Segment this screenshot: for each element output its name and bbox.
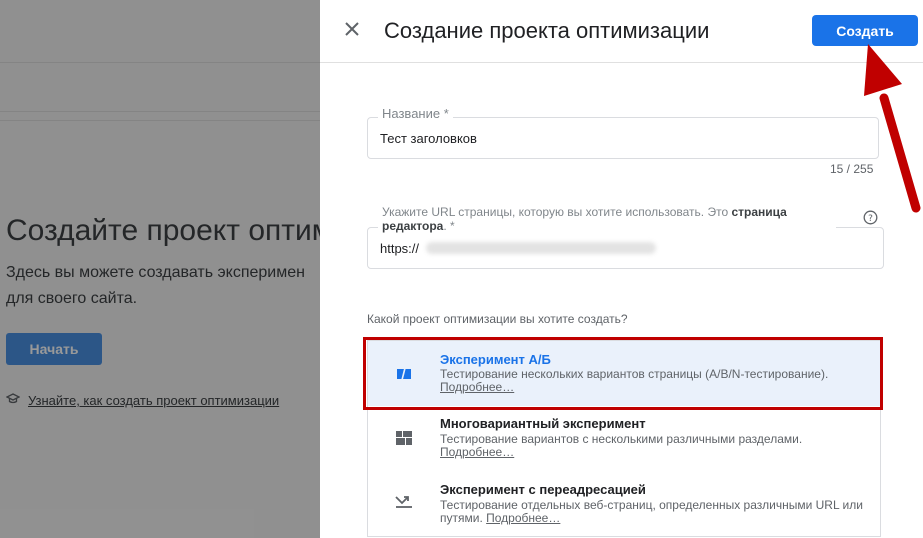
url-field-prefix[interactable]: https:// xyxy=(380,241,419,256)
option-title: Эксперимент с переадресацией xyxy=(440,482,646,497)
url-label-text: Укажите URL страницы, которую вы хотите … xyxy=(382,205,729,219)
close-icon[interactable] xyxy=(344,21,360,42)
option-description: Тестирование нескольких вариантов страни… xyxy=(440,368,870,394)
option-description: Тестирование вариантов с несколькими раз… xyxy=(440,433,870,459)
learn-more-link[interactable]: Подробнее… xyxy=(440,381,870,394)
create-button[interactable]: Создать xyxy=(812,15,918,46)
panel-title: Создание проекта оптимизации xyxy=(384,18,710,43)
option-redirect[interactable]: Эксперимент с переадресацией Тестировани… xyxy=(367,470,881,537)
name-field[interactable]: Тест заголовков xyxy=(367,117,879,159)
url-field[interactable]: https:// xyxy=(367,227,884,269)
name-field-label: Название * xyxy=(378,106,453,121)
close-button[interactable] xyxy=(340,19,364,43)
multivariate-icon xyxy=(394,428,414,448)
blurred-url xyxy=(426,242,656,254)
panel-header: Создание проекта оптимизации Создать xyxy=(320,0,923,63)
url-field-label: Укажите URL страницы, которую вы хотите … xyxy=(378,205,836,233)
char-counter: 15 / 255 xyxy=(830,162,874,176)
name-field-value[interactable]: Тест заголовков xyxy=(380,131,477,146)
ab-test-icon xyxy=(394,364,414,384)
help-icon[interactable]: ? xyxy=(863,210,878,230)
redirect-icon xyxy=(394,492,414,512)
option-title: Эксперимент А/Б xyxy=(440,352,551,367)
svg-text:?: ? xyxy=(868,214,873,224)
learn-more-link[interactable]: Подробнее… xyxy=(486,511,560,525)
learn-more-link[interactable]: Подробнее… xyxy=(440,446,870,459)
option-ab-test[interactable]: Эксперимент А/Б Тестирование нескольких … xyxy=(367,340,881,408)
create-project-panel: Создание проекта оптимизации Создать Тес… xyxy=(320,0,923,538)
project-type-question: Какой проект оптимизации вы хотите созда… xyxy=(367,312,628,326)
option-multivariate[interactable]: Многовариантный эксперимент Тестирование… xyxy=(367,406,881,471)
url-label-suffix: . * xyxy=(443,219,455,233)
option-description: Тестирование отдельных веб-страниц, опре… xyxy=(440,499,878,525)
option-title: Многовариантный эксперимент xyxy=(440,416,646,431)
